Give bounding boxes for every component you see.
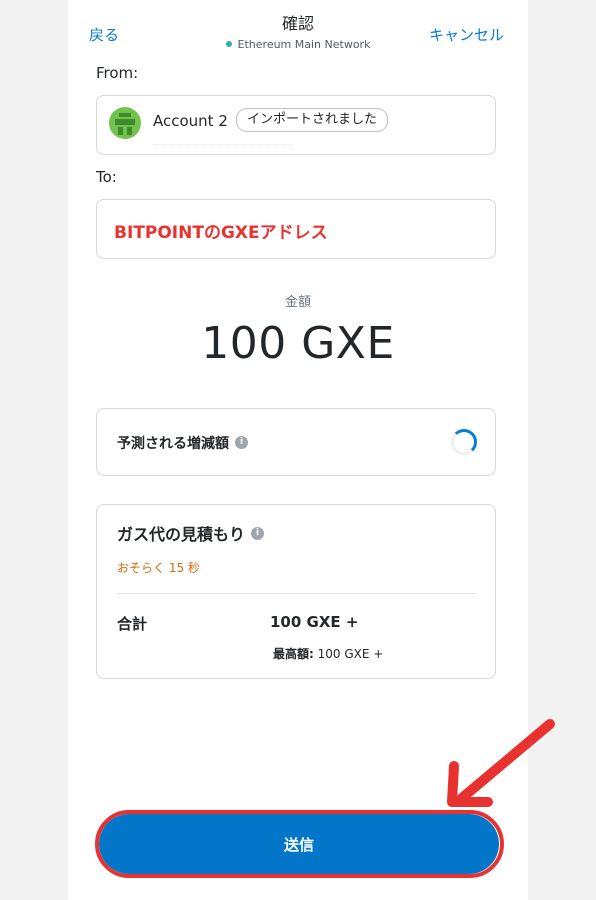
max-fee-label: 最高額:: [273, 647, 314, 661]
divider: [117, 593, 477, 594]
gas-time-estimate: おそらく 15 秒: [117, 561, 200, 575]
info-icon[interactable]: i: [251, 527, 265, 540]
account-name: Account 2: [153, 112, 228, 130]
account-address-faded: [153, 144, 293, 151]
network-name: Ethereum Main Network: [237, 38, 371, 51]
cancel-button[interactable]: キャンセル: [429, 24, 504, 45]
account-avatar-icon: [109, 107, 141, 139]
from-account-card[interactable]: Account 2 インポートされました: [96, 95, 496, 155]
annotation-arrow-icon: [447, 719, 555, 807]
total-value: 100 GXE +: [270, 613, 359, 631]
max-fee-line: 最高額: 100 GXE +: [273, 645, 383, 662]
network-indicator: Ethereum Main Network: [0, 38, 596, 51]
imported-badge: インポートされました: [236, 108, 389, 132]
gas-estimate-label: ガス代の見積もり: [117, 525, 246, 544]
amount-label: 金額: [284, 295, 311, 310]
network-status-dot-icon: [225, 41, 232, 47]
balance-change-card: 予測される増減額 i: [96, 408, 496, 476]
from-label: From:: [96, 64, 139, 82]
amount-value: 100 GXE: [201, 318, 395, 369]
to-address-card[interactable]: BITPOINTのGXEアドレス: [96, 199, 496, 259]
to-address-text: BITPOINTのGXEアドレス: [114, 223, 328, 243]
header: 戻る 確認 Ethereum Main Network キャンセル: [0, 0, 596, 60]
balance-change-label: 予測される増減額: [117, 436, 229, 452]
loading-spinner-icon: [451, 429, 477, 455]
gas-estimate-card: ガス代の見積もり i おそらく 15 秒 合計 100 GXE + 最高額: 10…: [96, 504, 496, 679]
send-button[interactable]: 送信: [99, 814, 499, 874]
gas-estimate-title: ガス代の見積もり i: [117, 521, 265, 545]
max-fee-value: 100 GXE +: [317, 647, 384, 661]
send-button-label: 送信: [283, 835, 314, 854]
info-icon[interactable]: i: [235, 435, 248, 449]
to-label: To:: [96, 168, 117, 186]
balance-change-title: 予測される増減額 i: [117, 433, 248, 453]
total-label: 合計: [117, 615, 148, 633]
page-title: 確認: [281, 14, 314, 33]
